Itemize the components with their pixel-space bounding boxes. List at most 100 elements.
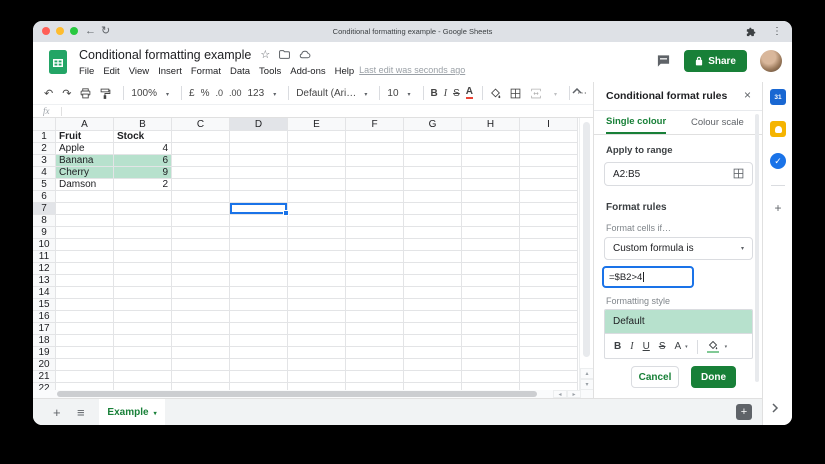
cell-C7[interactable] bbox=[172, 203, 230, 215]
cell-H8[interactable] bbox=[462, 215, 520, 227]
cell-C17[interactable] bbox=[172, 323, 230, 335]
cell-H20[interactable] bbox=[462, 359, 520, 371]
cell-A20[interactable] bbox=[56, 359, 114, 371]
cell-E18[interactable] bbox=[288, 335, 346, 347]
menu-view[interactable]: View bbox=[129, 66, 149, 77]
cell-F7[interactable] bbox=[346, 203, 404, 215]
browser-menu-icon[interactable]: ⋮ bbox=[772, 26, 782, 37]
cell-A13[interactable] bbox=[56, 275, 114, 287]
decrease-decimal-button[interactable]: .0 bbox=[215, 88, 223, 98]
cell-E3[interactable] bbox=[288, 155, 346, 167]
cell-H22[interactable] bbox=[462, 383, 520, 390]
cell-H6[interactable] bbox=[462, 191, 520, 203]
merge-cells-icon[interactable] bbox=[530, 88, 542, 99]
cell-C16[interactable] bbox=[172, 311, 230, 323]
scroll-down-icon[interactable]: ▾ bbox=[580, 379, 594, 390]
cell-E2[interactable] bbox=[288, 143, 346, 155]
cell-D11[interactable] bbox=[230, 251, 288, 263]
cell-C9[interactable] bbox=[172, 227, 230, 239]
cloud-status-icon[interactable] bbox=[299, 50, 311, 59]
menu-help[interactable]: Help bbox=[335, 66, 355, 77]
row-header-19[interactable]: 19 bbox=[33, 347, 56, 359]
cell-A19[interactable] bbox=[56, 347, 114, 359]
cell-F18[interactable] bbox=[346, 335, 404, 347]
cell-A21[interactable] bbox=[56, 371, 114, 383]
get-add-ons-icon[interactable]: + bbox=[770, 200, 786, 216]
sheet-tab-example[interactable]: Example ▾ bbox=[99, 399, 165, 425]
cell-F20[interactable] bbox=[346, 359, 404, 371]
cell-C8[interactable] bbox=[172, 215, 230, 227]
select-data-range-icon[interactable] bbox=[733, 168, 744, 179]
maximize-window-button[interactable] bbox=[70, 27, 78, 35]
cell-I19[interactable] bbox=[520, 347, 578, 359]
all-sheets-icon[interactable]: ≡ bbox=[77, 399, 85, 425]
cell-D16[interactable] bbox=[230, 311, 288, 323]
row-header-13[interactable]: 13 bbox=[33, 275, 56, 287]
cell-F12[interactable] bbox=[346, 263, 404, 275]
row-header-3[interactable]: 3 bbox=[33, 155, 56, 167]
cell-D12[interactable] bbox=[230, 263, 288, 275]
style-text-color-button[interactable]: A bbox=[674, 341, 681, 352]
cell-B10[interactable] bbox=[114, 239, 172, 251]
cell-C2[interactable] bbox=[172, 143, 230, 155]
cell-G18[interactable] bbox=[404, 335, 462, 347]
column-header-G[interactable]: G bbox=[404, 118, 462, 131]
cell-E13[interactable] bbox=[288, 275, 346, 287]
cell-D9[interactable] bbox=[230, 227, 288, 239]
cell-D8[interactable] bbox=[230, 215, 288, 227]
horizontal-scrollbar-thumb[interactable] bbox=[57, 391, 537, 397]
cell-B4[interactable]: 9 bbox=[114, 167, 172, 179]
cell-E22[interactable] bbox=[288, 383, 346, 390]
formula-bar[interactable]: fx bbox=[33, 105, 593, 118]
cell-F17[interactable] bbox=[346, 323, 404, 335]
row-header-2[interactable]: 2 bbox=[33, 143, 56, 155]
row-header-1[interactable]: 1 bbox=[33, 131, 56, 143]
cell-A5[interactable]: Damson bbox=[56, 179, 114, 191]
row-header-21[interactable]: 21 bbox=[33, 371, 56, 383]
cell-D15[interactable] bbox=[230, 299, 288, 311]
row-header-20[interactable]: 20 bbox=[33, 359, 56, 371]
row-header-18[interactable]: 18 bbox=[33, 335, 56, 347]
row-header-14[interactable]: 14 bbox=[33, 287, 56, 299]
cell-D21[interactable] bbox=[230, 371, 288, 383]
borders-icon[interactable] bbox=[510, 88, 521, 99]
cell-E20[interactable] bbox=[288, 359, 346, 371]
cell-I18[interactable] bbox=[520, 335, 578, 347]
cell-D10[interactable] bbox=[230, 239, 288, 251]
menu-addons[interactable]: Add-ons bbox=[290, 66, 325, 77]
increase-decimal-button[interactable]: .00 bbox=[229, 88, 242, 98]
hide-side-panel-icon[interactable] bbox=[772, 403, 779, 413]
column-header-E[interactable]: E bbox=[288, 118, 346, 131]
cell-E17[interactable] bbox=[288, 323, 346, 335]
star-icon[interactable]: ☆ bbox=[260, 48, 270, 61]
last-edit-link[interactable]: Last edit was seconds ago bbox=[359, 65, 465, 75]
cell-E4[interactable] bbox=[288, 167, 346, 179]
cell-I3[interactable] bbox=[520, 155, 578, 167]
cell-I2[interactable] bbox=[520, 143, 578, 155]
row-header-6[interactable]: 6 bbox=[33, 191, 56, 203]
cell-H13[interactable] bbox=[462, 275, 520, 287]
cell-H7[interactable] bbox=[462, 203, 520, 215]
cell-H19[interactable] bbox=[462, 347, 520, 359]
cell-G14[interactable] bbox=[404, 287, 462, 299]
cell-G19[interactable] bbox=[404, 347, 462, 359]
row-header-16[interactable]: 16 bbox=[33, 311, 56, 323]
cell-B5[interactable]: 2 bbox=[114, 179, 172, 191]
cell-B22[interactable] bbox=[114, 383, 172, 390]
cell-D20[interactable] bbox=[230, 359, 288, 371]
cell-A15[interactable] bbox=[56, 299, 114, 311]
cell-G5[interactable] bbox=[404, 179, 462, 191]
cell-A7[interactable] bbox=[56, 203, 114, 215]
cell-D1[interactable] bbox=[230, 131, 288, 143]
panel-scrollbar[interactable] bbox=[755, 114, 759, 382]
done-button[interactable]: Done bbox=[691, 366, 736, 388]
tasks-icon[interactable]: ✓ bbox=[770, 153, 786, 169]
cell-B1[interactable]: Stock bbox=[114, 131, 172, 143]
cell-A11[interactable] bbox=[56, 251, 114, 263]
cell-D22[interactable] bbox=[230, 383, 288, 390]
cell-G11[interactable] bbox=[404, 251, 462, 263]
scroll-left-icon[interactable]: ◂ bbox=[553, 390, 567, 398]
cell-C13[interactable] bbox=[172, 275, 230, 287]
row-header-15[interactable]: 15 bbox=[33, 299, 56, 311]
cell-G3[interactable] bbox=[404, 155, 462, 167]
